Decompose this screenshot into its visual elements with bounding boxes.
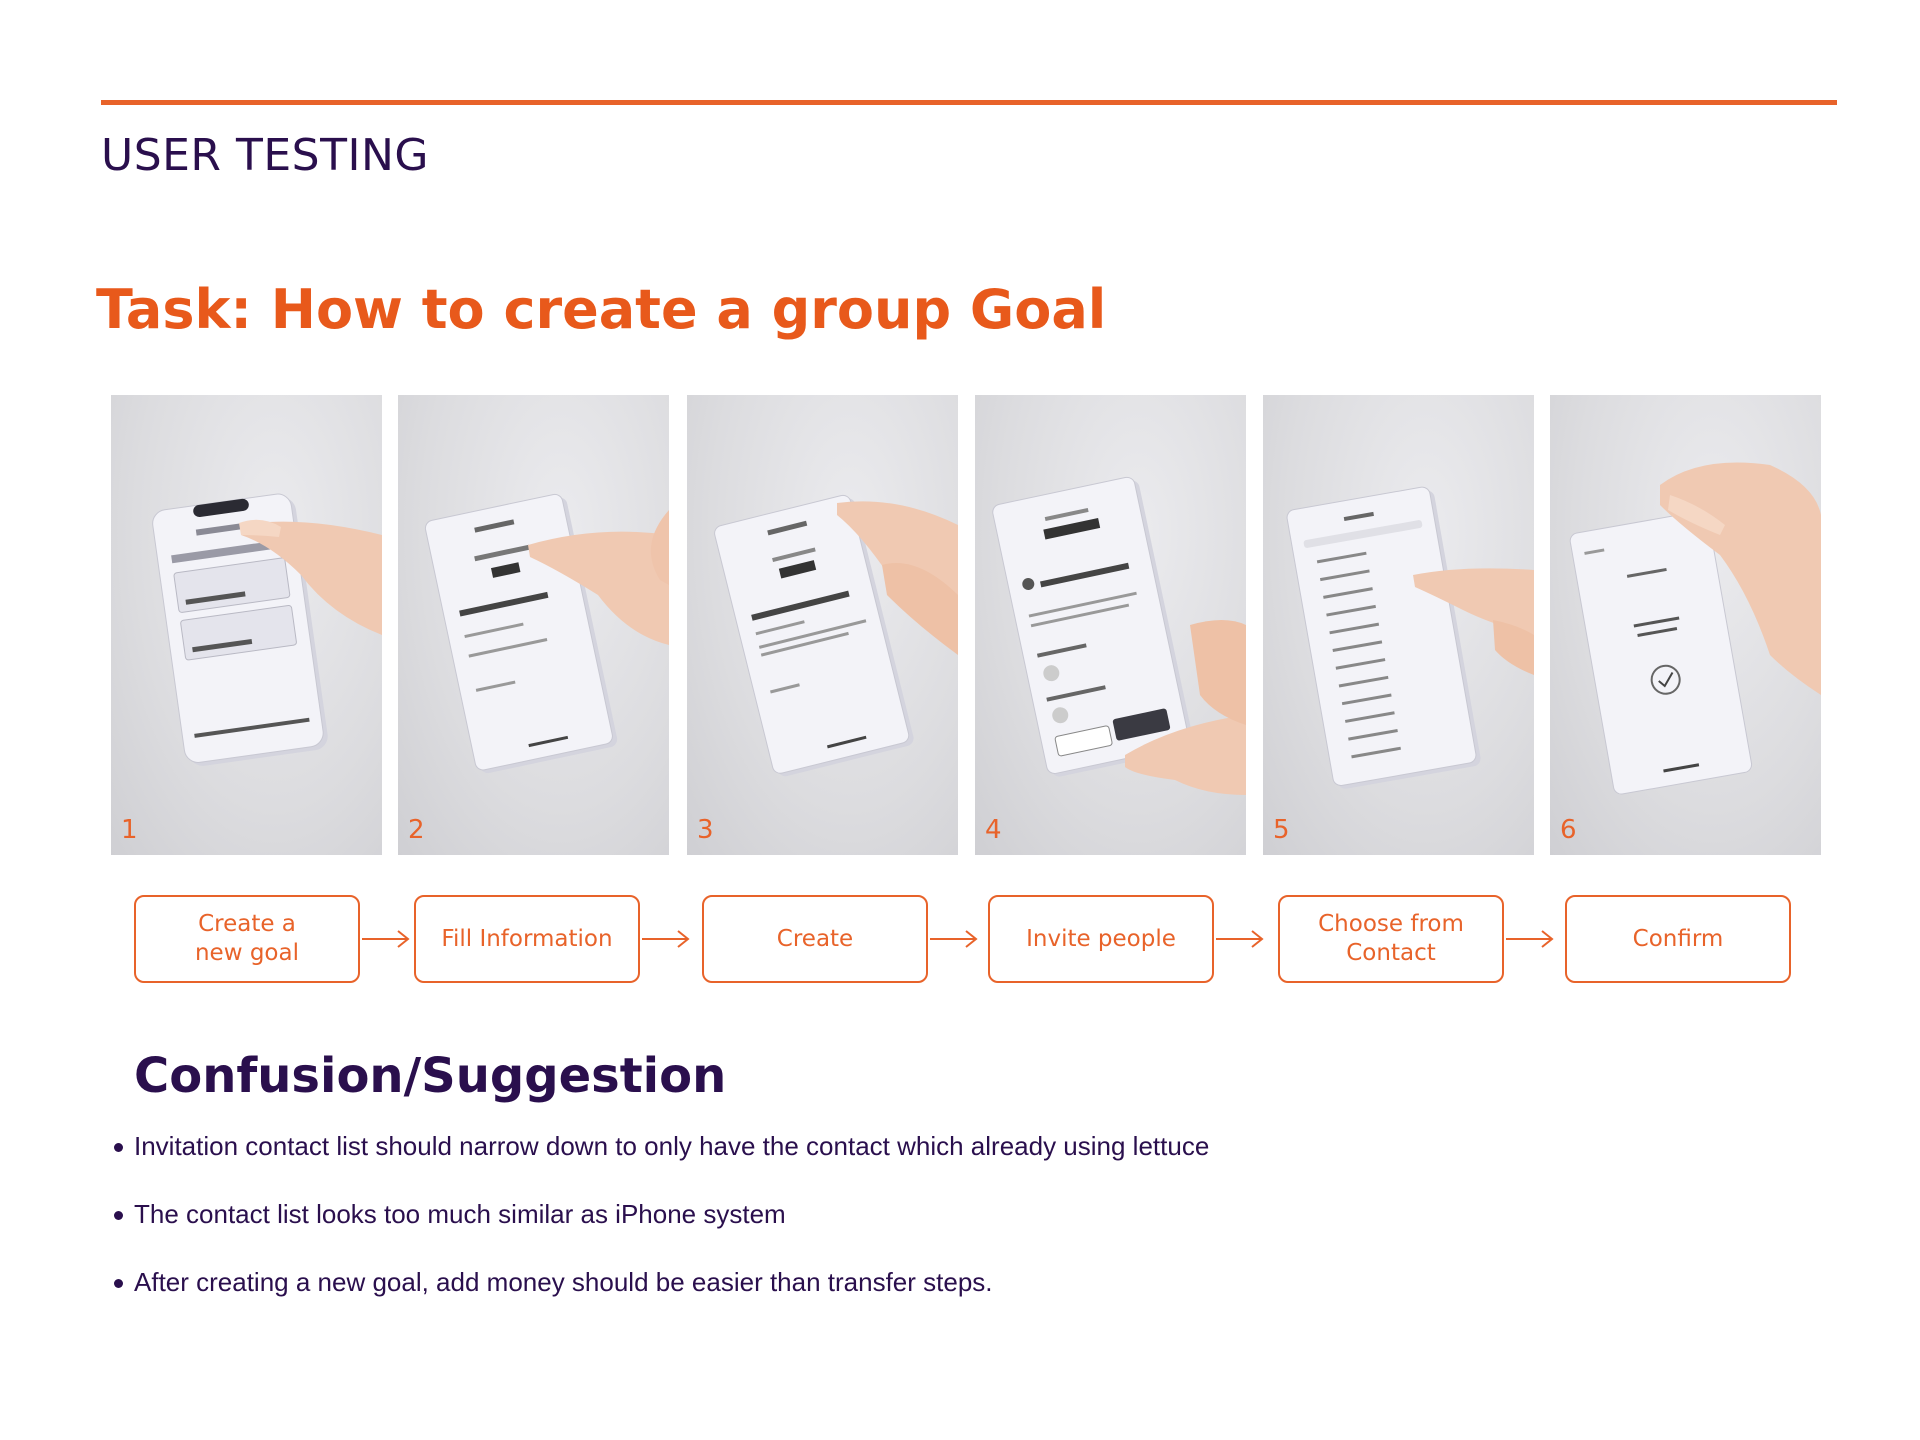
arrow-right-icon bbox=[930, 930, 978, 948]
photo-step-2: 2 bbox=[398, 395, 669, 855]
step-box-fill-information: Fill Information bbox=[414, 895, 640, 983]
step-number: 1 bbox=[121, 815, 138, 845]
section-title: USER TESTING bbox=[101, 130, 429, 181]
list-item: After creating a new goal, add money sho… bbox=[112, 1266, 1612, 1298]
list-item: Invitation contact list should narrow do… bbox=[112, 1130, 1612, 1162]
bullet-icon bbox=[114, 1279, 123, 1288]
suggestion-list: Invitation contact list should narrow do… bbox=[112, 1130, 1612, 1334]
top-divider bbox=[101, 100, 1837, 105]
step-number: 6 bbox=[1560, 815, 1577, 845]
arrow-right-icon bbox=[1506, 930, 1554, 948]
photo-step-4: 4 bbox=[975, 395, 1246, 855]
list-item-text: After creating a new goal, add money sho… bbox=[134, 1267, 993, 1297]
step-label: Fill Information bbox=[441, 925, 613, 952]
photo-step-5: 5 bbox=[1263, 395, 1534, 855]
step-number: 4 bbox=[985, 815, 1002, 845]
step-box-invite-people: Invite people bbox=[988, 895, 1214, 983]
step-label: Create bbox=[776, 925, 854, 952]
arrow-right-icon bbox=[362, 930, 410, 948]
step-number: 3 bbox=[697, 815, 714, 845]
photo-step-1: 1 bbox=[111, 395, 382, 855]
task-title: Task: How to create a group Goal bbox=[96, 278, 1107, 341]
step-box-create-new-goal: Create a new goal bbox=[134, 895, 360, 983]
step-label: Invite people bbox=[1026, 925, 1176, 952]
bullet-icon bbox=[114, 1211, 123, 1220]
step-number: 2 bbox=[408, 815, 425, 845]
step-number: 5 bbox=[1273, 815, 1290, 845]
list-item-text: The contact list looks too much similar … bbox=[134, 1199, 786, 1229]
photo-strip: 1 2 3 4 5 6 bbox=[111, 395, 1821, 855]
bullet-icon bbox=[114, 1143, 123, 1152]
step-box-choose-from-contact: Choose from Contact bbox=[1278, 895, 1504, 983]
photo-step-6: 6 bbox=[1550, 395, 1821, 855]
photo-step-3: 3 bbox=[687, 395, 958, 855]
list-item-text: Invitation contact list should narrow do… bbox=[134, 1131, 1210, 1161]
arrow-right-icon bbox=[642, 930, 690, 948]
step-label: Confirm bbox=[1632, 925, 1724, 952]
confusion-title: Confusion/Suggestion bbox=[134, 1048, 727, 1104]
list-item: The contact list looks too much similar … bbox=[112, 1198, 1612, 1230]
step-box-create: Create bbox=[702, 895, 928, 983]
arrow-right-icon bbox=[1216, 930, 1264, 948]
step-box-confirm: Confirm bbox=[1565, 895, 1791, 983]
step-label: Choose from Contact bbox=[1318, 911, 1464, 966]
step-label: Create a new goal bbox=[194, 911, 299, 966]
